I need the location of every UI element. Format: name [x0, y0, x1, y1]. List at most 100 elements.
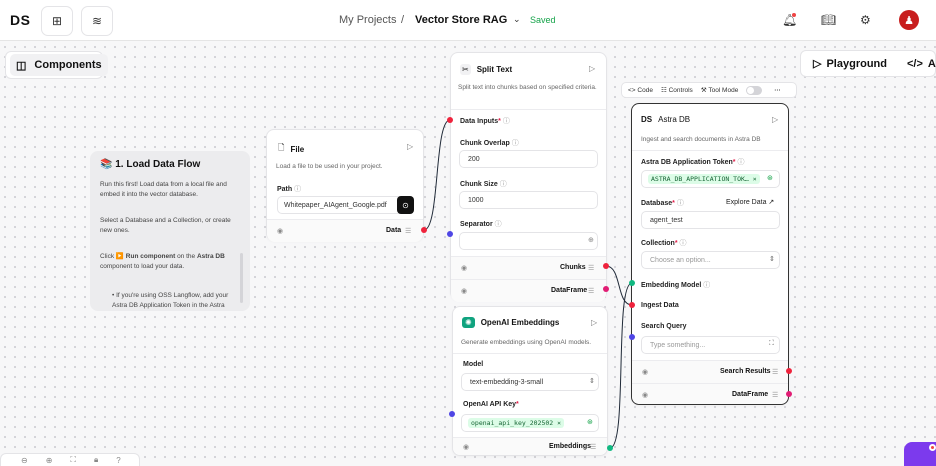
- chat-notification-dot: [931, 446, 934, 449]
- token-chip[interactable]: ASTRA_DB_APPLICATION_TOK… ×: [648, 174, 760, 184]
- output-menu-icon[interactable]: ☰: [772, 368, 778, 376]
- ingest-data-handle[interactable]: [629, 302, 635, 308]
- astra-db-node[interactable]: DS Astra DB ▷ Ingest and search document…: [631, 103, 789, 405]
- chunk-overlap-value: 200: [468, 155, 480, 163]
- collection-placeholder: Choose an option...: [650, 256, 711, 264]
- run-component-icon[interactable]: ▷: [772, 115, 778, 124]
- model-select[interactable]: text-embedding-3-small ⇕: [461, 373, 599, 391]
- split-node-header: ✂ Split Text: [460, 64, 512, 75]
- globe-icon[interactable]: ⊕: [588, 236, 594, 244]
- edge-embeddings-to-astra: [609, 282, 633, 449]
- upload-file-button[interactable]: ⊙: [397, 196, 414, 214]
- divider: [451, 109, 606, 110]
- api-key-handle[interactable]: [449, 411, 455, 417]
- chunks-output: Chunks: [560, 264, 586, 271]
- global-variable-icon[interactable]: ⊛: [587, 418, 593, 426]
- eye-icon[interactable]: ◉: [642, 368, 648, 376]
- separator-handle[interactable]: [447, 231, 453, 237]
- api-key-chip[interactable]: openai_api_key_202502 ×: [468, 418, 565, 428]
- astra-node-header: DS Astra DB: [641, 115, 690, 124]
- search-query-handle[interactable]: [629, 334, 635, 340]
- search-results-handle[interactable]: [786, 368, 792, 374]
- separator-input[interactable]: ⊕: [459, 232, 598, 250]
- collection-select[interactable]: Choose an option... ⇕: [641, 251, 780, 269]
- explore-data-link[interactable]: Explore Data ↗: [726, 198, 774, 206]
- token-label: Astra DB Application Token* ⓘ: [641, 159, 745, 166]
- tool-mode-toggle[interactable]: [746, 85, 763, 95]
- api-key-input[interactable]: openai_api_key_202502 × ⊛: [461, 414, 599, 432]
- zoom-in-icon[interactable]: ⊕: [46, 456, 53, 465]
- astra-dataframe-output-row: ◉ DataFrame ☰: [632, 383, 788, 404]
- output-menu-icon[interactable]: ☰: [588, 287, 594, 295]
- astra-logo-icon: DS: [641, 115, 653, 124]
- file-output-row: ◉ Data ☰: [267, 219, 423, 242]
- file-output-data: Data: [386, 227, 402, 234]
- external-link-icon: ↗: [768, 199, 775, 206]
- database-select[interactable]: agent_test: [641, 211, 780, 229]
- eye-icon[interactable]: ◉: [642, 391, 648, 399]
- more-options-button[interactable]: ···: [774, 87, 781, 94]
- divider: [632, 150, 788, 151]
- output-menu-icon[interactable]: ☰: [590, 443, 596, 451]
- openai-node-description: Generate embeddings using OpenAI models.: [461, 339, 592, 346]
- embeddings-output: Embeddings: [549, 443, 592, 450]
- astra-node-toolbar: <> Code ☷ Controls ⚒ Tool Mode ···: [621, 82, 797, 98]
- lock-icon[interactable]: 🔒︎: [94, 455, 98, 465]
- split-node-description: Split text into chunks based on specifie…: [458, 84, 597, 91]
- eye-icon[interactable]: ◉: [461, 264, 467, 272]
- embeddings-output-row: ◉ Embeddings ☰: [453, 437, 607, 455]
- openai-node-title: OpenAI Embeddings: [480, 318, 560, 327]
- chunks-handle[interactable]: [603, 263, 609, 269]
- chunk-size-input[interactable]: 1000: [459, 191, 598, 209]
- dataframe-output-row: ◉ DataFrame ☰: [451, 279, 606, 302]
- chat-widget-button[interactable]: [904, 442, 936, 466]
- split-input-handle[interactable]: [447, 117, 453, 123]
- embeddings-handle[interactable]: [607, 445, 613, 451]
- split-dataframe-handle[interactable]: [603, 286, 609, 292]
- file-data-handle[interactable]: [421, 227, 427, 233]
- divider: [453, 353, 607, 354]
- search-query-input[interactable]: Type something... ⛶: [641, 336, 780, 354]
- embedding-model-handle[interactable]: [629, 280, 635, 286]
- model-label: Model: [463, 361, 484, 368]
- eye-icon[interactable]: ◉: [461, 287, 467, 295]
- split-node-title: Split Text: [476, 65, 513, 74]
- astra-node-title: Astra DB: [658, 115, 691, 124]
- code-button[interactable]: <> Code: [628, 87, 653, 94]
- output-menu-icon[interactable]: ☰: [405, 227, 411, 235]
- split-text-node[interactable]: ✂ Split Text ▷ Split text into chunks ba…: [450, 52, 607, 302]
- file-node[interactable]: 🗋 File ▷ Load a file to be used in your …: [266, 129, 424, 242]
- astra-dataframe-output: DataFrame: [732, 391, 769, 398]
- openai-node-header: ✺ OpenAI Embeddings: [462, 317, 559, 328]
- eye-icon[interactable]: ◉: [277, 227, 283, 235]
- path-label: Path ⓘ: [277, 186, 302, 193]
- chunk-overlap-input[interactable]: 200: [459, 150, 598, 168]
- zoom-out-icon[interactable]: ⊖: [21, 456, 28, 465]
- note-paragraph-2: Select a Database and a Collection, or c…: [100, 217, 231, 234]
- path-field[interactable]: Whitepaper_AIAgent_Google.pdf: [277, 196, 414, 214]
- file-node-title: File: [290, 144, 305, 154]
- note-scrollbar[interactable]: [240, 253, 243, 303]
- file-node-header: 🗋 File: [278, 142, 304, 156]
- tool-mode-button[interactable]: ⚒ Tool Mode: [701, 86, 739, 94]
- openai-embeddings-node[interactable]: ✺ OpenAI Embeddings ▷ Generate embedding…: [452, 306, 608, 456]
- output-menu-icon[interactable]: ☰: [588, 264, 594, 272]
- scissors-icon: ✂: [460, 64, 471, 75]
- fit-view-icon[interactable]: ⛶: [70, 455, 76, 465]
- select-chevron-icon: ⇕: [769, 256, 775, 263]
- output-menu-icon[interactable]: ☰: [772, 391, 778, 399]
- eye-icon[interactable]: ◉: [463, 443, 469, 451]
- load-data-note[interactable]: 📚 1. Load Data Flow Run this first! Load…: [90, 151, 250, 311]
- run-component-icon[interactable]: ▷: [589, 64, 595, 73]
- upload-icon: ⊙: [402, 200, 409, 210]
- controls-button[interactable]: ☷ Controls: [661, 86, 693, 94]
- global-variable-icon[interactable]: ⊛: [767, 174, 773, 182]
- chunks-output-row: ◉ Chunks ☰: [451, 256, 606, 279]
- help-icon[interactable]: ?: [116, 456, 120, 465]
- astra-dataframe-handle[interactable]: [786, 391, 792, 397]
- expand-icon[interactable]: ⛶: [769, 340, 774, 348]
- token-input[interactable]: ASTRA_DB_APPLICATION_TOK… × ⊛: [641, 170, 780, 188]
- run-component-icon[interactable]: ▷: [407, 142, 413, 151]
- run-component-icon[interactable]: ▷: [591, 318, 597, 327]
- api-key-label: OpenAI API Key*: [463, 401, 519, 408]
